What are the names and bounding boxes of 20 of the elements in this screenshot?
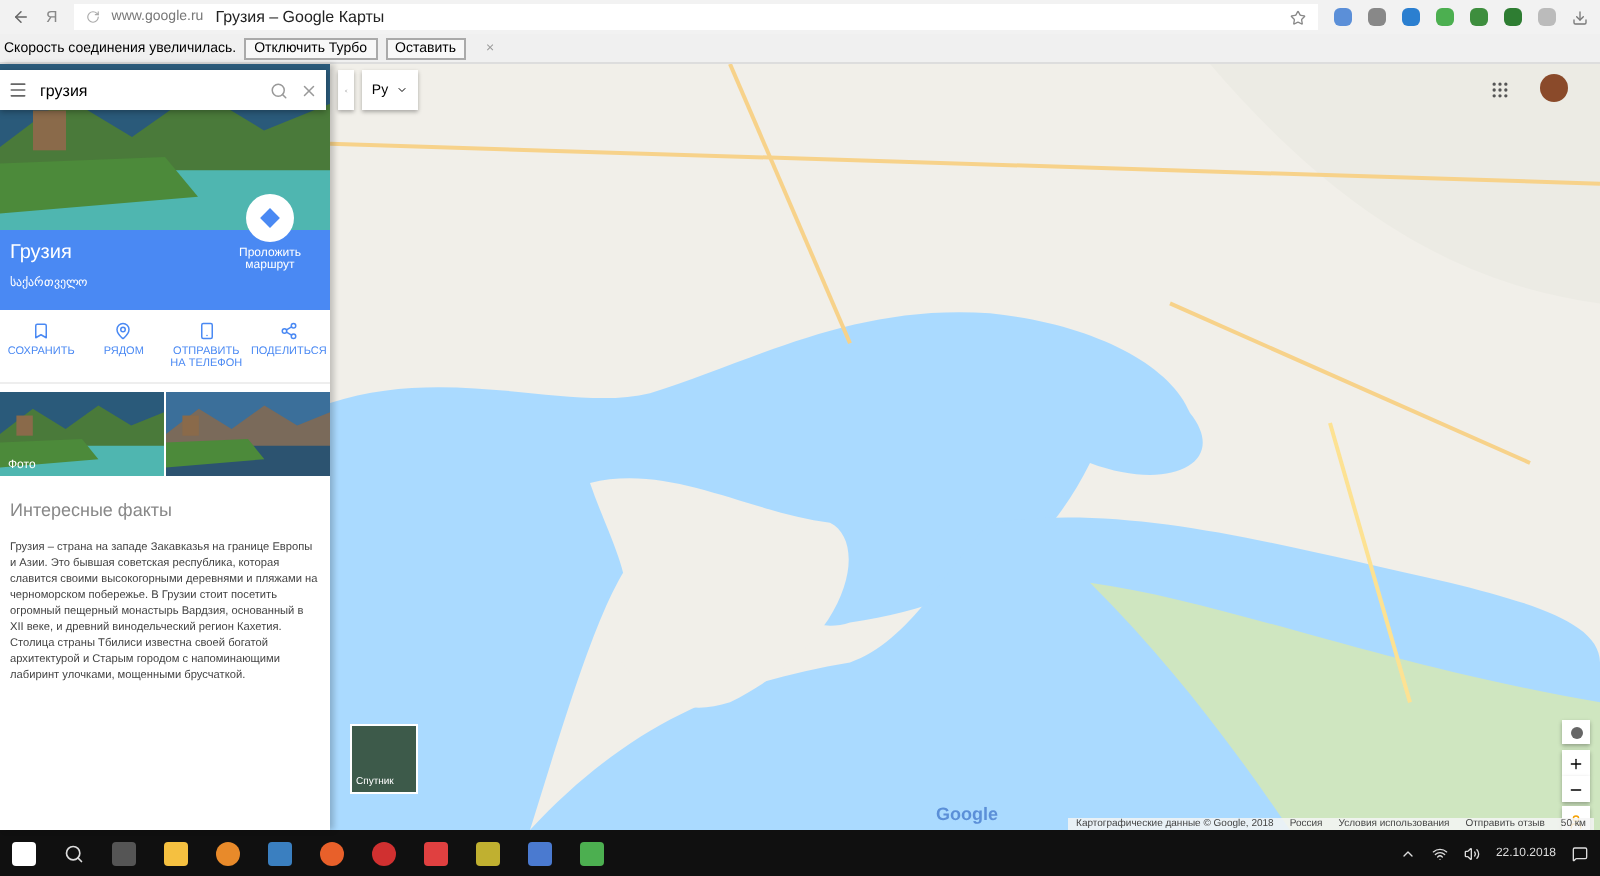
task-view-icon[interactable] xyxy=(112,841,136,865)
volume-icon[interactable] xyxy=(1463,845,1480,861)
taskbar-app-icon[interactable] xyxy=(476,841,500,865)
start-icon[interactable] xyxy=(12,841,36,865)
nearby-icon xyxy=(114,322,133,340)
place-name: Грузия xyxy=(10,242,74,264)
page-title: Грузия – Google Карты xyxy=(215,8,387,26)
download-icon[interactable] xyxy=(1572,9,1588,25)
taskbar-app-icon[interactable] xyxy=(580,841,604,865)
network-icon[interactable] xyxy=(1431,845,1448,861)
facts-title: Интересные факты xyxy=(10,500,174,520)
phone-icon xyxy=(197,322,216,340)
share-icon xyxy=(279,322,298,340)
bookmark-star-icon[interactable] xyxy=(1290,9,1306,25)
taskbar-app-icon[interactable] xyxy=(216,841,240,865)
save-icon xyxy=(32,322,51,340)
taskbar-app-icon[interactable] xyxy=(320,841,344,865)
back-icon[interactable] xyxy=(12,8,30,26)
notifications-icon[interactable] xyxy=(1572,845,1588,861)
taskbar-app-icon[interactable] xyxy=(164,841,188,865)
